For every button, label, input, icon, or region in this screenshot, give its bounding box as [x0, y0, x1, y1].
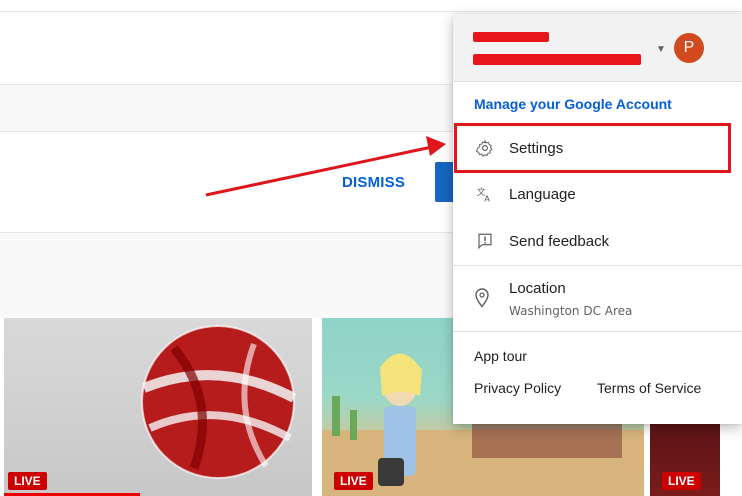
privacy-policy-link[interactable]: Privacy Policy [474, 380, 561, 396]
chevron-down-icon[interactable]: ▼ [656, 44, 666, 55]
location-value: Washington DC Area [509, 304, 633, 318]
menu-item-settings[interactable]: Settings [453, 126, 742, 170]
account-menu: ▼ P Manage your Google Account Settings … [453, 14, 742, 424]
location-pin-icon [475, 288, 489, 313]
feedback-icon [475, 231, 495, 251]
manage-account-link[interactable]: Manage your Google Account [474, 96, 672, 112]
live-badge: LIVE [662, 472, 701, 490]
live-badge: LIVE [8, 472, 47, 490]
gear-icon [475, 138, 495, 158]
live-badge: LIVE [334, 472, 373, 490]
terms-of-service-link[interactable]: Terms of Service [597, 380, 701, 396]
menu-item-location[interactable]: Location Washington DC Area [453, 276, 742, 326]
page-top-strip [0, 0, 742, 12]
menu-item-send-feedback[interactable]: Send feedback [453, 219, 742, 263]
svg-text:A: A [484, 194, 490, 204]
menu-item-label: Send feedback [509, 232, 610, 250]
globe-logo-image [141, 325, 297, 479]
app-tour-link[interactable]: App tour [474, 348, 527, 364]
account-header: ▼ P [453, 14, 742, 82]
avatar[interactable]: P [674, 33, 704, 63]
location-label: Location [509, 280, 566, 297]
menu-item-language[interactable]: 文A Language [453, 172, 742, 216]
menu-item-label: Language [509, 185, 576, 203]
video-thumbnail[interactable]: LIVE [4, 318, 312, 496]
translate-icon: 文A [475, 184, 495, 204]
menu-divider [453, 265, 742, 266]
redacted-email [473, 54, 641, 65]
menu-item-label: Settings [509, 139, 564, 157]
menu-divider [453, 331, 742, 332]
dismiss-button[interactable]: DISMISS [342, 174, 405, 191]
redacted-name [473, 32, 549, 42]
